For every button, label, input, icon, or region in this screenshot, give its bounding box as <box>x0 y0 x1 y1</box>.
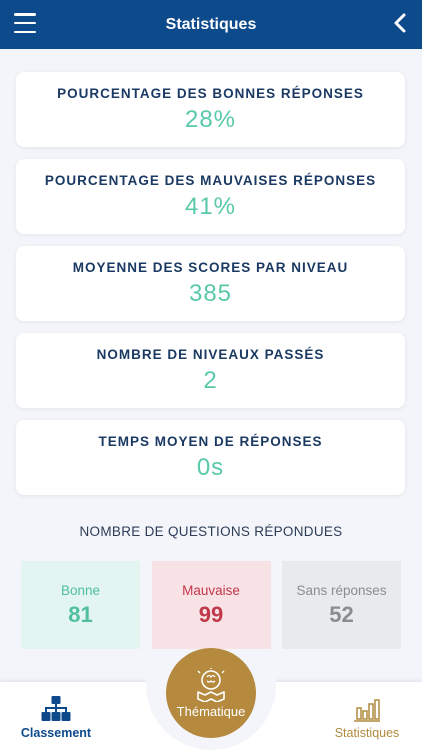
thematique-label: Thématique <box>176 703 246 719</box>
stat-label: TEMPS MOYEN DE RÉPONSES <box>98 433 323 449</box>
stat-card-good-percent: POURCENTAGE DES BONNES RÉPONSES 28% <box>16 72 405 147</box>
stat-value: 41% <box>184 192 237 220</box>
good-answers-label: Bonne <box>60 582 101 598</box>
questions-heading: NOMBRE DE QUESTIONS RÉPONDUES <box>79 524 343 539</box>
nav-label-classement: Classement <box>20 726 92 740</box>
nav-item-statistiques[interactable]: Statistiques <box>326 698 408 740</box>
stat-label: POURCENTAGE DES MAUVAISES RÉPONSES <box>44 172 377 188</box>
stat-value: 28% <box>184 105 237 133</box>
stat-card-average-time: TEMPS MOYEN DE RÉPONSES 0s <box>16 420 405 495</box>
unanswered-value: 52 <box>329 601 354 627</box>
unanswered-box: Sans réponses 52 <box>282 561 401 649</box>
stat-value: 2 <box>203 366 218 394</box>
stat-card-bad-percent: POURCENTAGE DES MAUVAISES RÉPONSES 41% <box>16 159 405 234</box>
brain-lightbulb-icon <box>197 667 225 702</box>
good-answers-value: 81 <box>68 601 93 627</box>
stat-label: MOYENNE DES SCORES PAR NIVEAU <box>72 259 349 275</box>
bad-answers-value: 99 <box>198 601 224 627</box>
bar-chart-icon <box>354 699 380 722</box>
thematique-button[interactable]: Thématique <box>166 648 256 738</box>
bad-answers-box: Mauvaise 99 <box>151 561 271 649</box>
stat-value: 385 <box>188 279 233 307</box>
hierarchy-icon <box>41 696 71 721</box>
stat-value: 0s <box>196 453 225 481</box>
nav-item-classement[interactable]: Classement <box>14 696 98 740</box>
chevron-left-icon[interactable] <box>392 12 408 34</box>
stat-label: POURCENTAGE DES BONNES RÉPONSES <box>57 85 364 101</box>
unanswered-label: Sans réponses <box>296 582 387 598</box>
stat-card-average-score: MOYENNE DES SCORES PAR NIVEAU 385 <box>16 246 405 321</box>
questions-breakdown: Bonne 81 Mauvaise 99 Sans réponses 52 <box>21 561 401 649</box>
app-header: Statistiques <box>0 0 422 49</box>
nav-label-statistiques: Statistiques <box>334 726 400 740</box>
page-title: Statistiques <box>165 15 257 33</box>
bad-answers-label: Mauvaise <box>182 582 240 598</box>
stat-card-levels-passed: NOMBRE DE NIVEAUX PASSÉS 2 <box>16 333 405 408</box>
good-answers-box: Bonne 81 <box>21 561 140 649</box>
stats-list: POURCENTAGE DES BONNES RÉPONSES 28% POUR… <box>16 72 405 507</box>
stat-label: NOMBRE DE NIVEAUX PASSÉS <box>96 346 325 362</box>
menu-icon[interactable] <box>14 13 36 33</box>
